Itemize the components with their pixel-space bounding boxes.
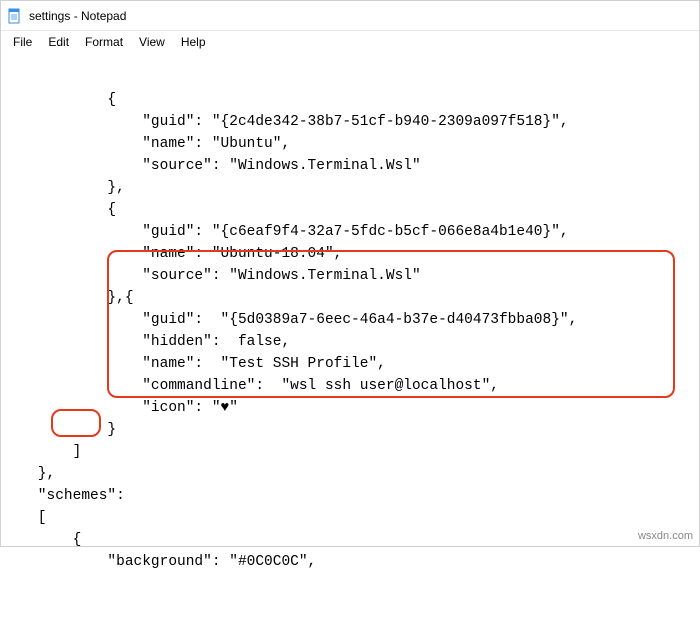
code-line: "name": "Ubuntu-18.04", <box>3 246 342 262</box>
code-line: "icon": "♥" <box>3 400 238 416</box>
code-line: "schemes": <box>3 488 125 504</box>
menu-format[interactable]: Format <box>77 33 131 51</box>
code-line: }, <box>3 466 55 482</box>
code-line: "name": "Test SSH Profile", <box>3 356 386 372</box>
code-line: "guid": "{2c4de342-38b7-51cf-b940-2309a0… <box>3 114 569 130</box>
window-title: settings - Notepad <box>29 9 126 23</box>
menu-file[interactable]: File <box>5 33 40 51</box>
menu-edit[interactable]: Edit <box>40 33 77 51</box>
code-line: },{ <box>3 290 134 306</box>
code-line: "hidden": false, <box>3 334 290 350</box>
code-line: "background": "#0C0C0C", <box>3 554 316 570</box>
watermark: wsxdn.com <box>638 530 693 542</box>
code-line: "name": "Ubuntu", <box>3 136 290 152</box>
menu-view[interactable]: View <box>131 33 173 51</box>
code-line: { <box>3 532 81 548</box>
code-line: ] <box>3 444 81 460</box>
editor-content[interactable]: { "guid": "{2c4de342-38b7-51cf-b940-2309… <box>1 53 699 617</box>
titlebar: settings - Notepad <box>1 1 699 31</box>
code-line: { <box>3 92 116 108</box>
code-line: { <box>3 202 116 218</box>
code-line: }, <box>3 180 125 196</box>
code-line: "commandline": "wsl ssh user@localhost", <box>3 378 499 394</box>
code-line: [ <box>3 510 47 526</box>
menu-help[interactable]: Help <box>173 33 214 51</box>
code-line: "source": "Windows.Terminal.Wsl" <box>3 158 421 174</box>
code-line: "guid": "{5d0389a7-6eec-46a4-b37e-d40473… <box>3 312 577 328</box>
code-line: "guid": "{c6eaf9f4-32a7-5fdc-b5cf-066e8a… <box>3 224 569 240</box>
code-line: "source": "Windows.Terminal.Wsl" <box>3 268 421 284</box>
notepad-icon <box>7 8 23 24</box>
code-line: } <box>3 422 116 438</box>
menubar: File Edit Format View Help <box>1 31 699 53</box>
